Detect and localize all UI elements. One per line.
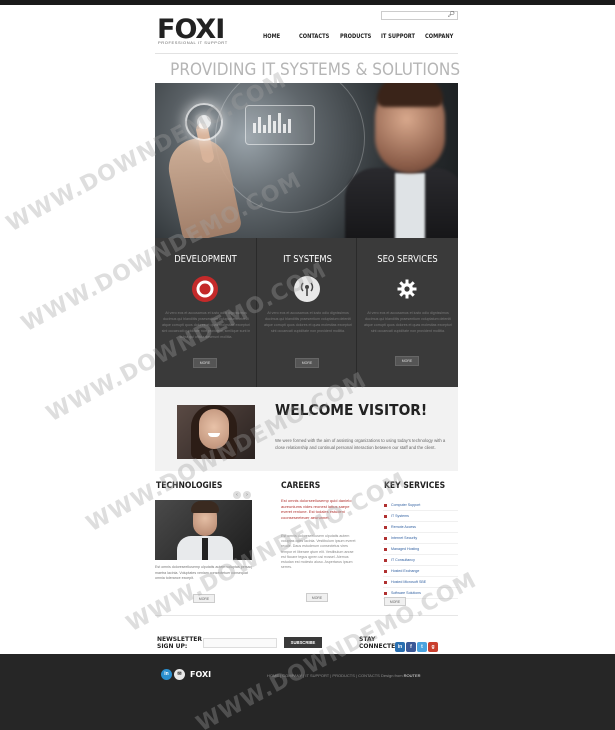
key-service-item[interactable]: IT Consultancy xyxy=(383,555,458,566)
careers-text: Est omnis doloreseeliusem ulputatis aute… xyxy=(281,534,356,570)
footer-links: HOME | COMPANY | IT SUPPORT | PRODUCTS |… xyxy=(267,673,421,678)
technologies-more-button[interactable]: MORE xyxy=(193,594,215,603)
service-seo: SEO SERVICES At vero eos et accusamus et… xyxy=(357,238,458,387)
key-services-heading: KEY SERVICES xyxy=(384,481,446,491)
chevron-left-icon[interactable]: ‹ xyxy=(233,491,241,499)
nav-item-products[interactable]: PRODUCTS xyxy=(340,33,371,40)
key-service-item[interactable]: Internet Security xyxy=(383,533,458,544)
tech-photo-hair xyxy=(191,501,219,513)
hero-touch-point xyxy=(197,115,211,129)
header-divider xyxy=(155,53,458,54)
key-service-item[interactable]: Hosted Microsoft SBE xyxy=(383,577,458,588)
careers-highlight-text[interactable]: Est omnis dolorseeliusemp quid danielo a… xyxy=(281,498,359,520)
technologies-photo xyxy=(155,500,252,560)
technologies-text: Est omnis doloreseeliusemp ulputatis aut… xyxy=(155,565,252,580)
key-service-item[interactable]: Hosted Exchange xyxy=(383,566,458,577)
lifebuoy-icon[interactable] xyxy=(192,276,218,302)
gear-icon[interactable] xyxy=(394,276,420,302)
careers-heading: CAREERS xyxy=(281,481,321,491)
service-title: IT SYSTEMS xyxy=(283,254,332,265)
hero-bars xyxy=(253,113,303,133)
welcome-section: WELCOME VISITOR! We were formed with the… xyxy=(155,387,458,471)
main-nav: HOME CONTACTS PRODUCTS IT SUPPORT COMPAN… xyxy=(155,33,458,43)
footer-copyright-label: Design from xyxy=(380,673,403,678)
social-icons: in f t g xyxy=(395,642,438,652)
service-more-button[interactable]: MORE xyxy=(193,358,217,368)
service-development: DEVELOPMENT At vero eos et accusamus et … xyxy=(155,238,256,387)
service-title: DEVELOPMENT xyxy=(174,254,237,265)
key-services-more-button[interactable]: MORE xyxy=(384,597,406,606)
facebook-icon[interactable]: f xyxy=(406,642,416,652)
welcome-photo-face xyxy=(199,409,229,449)
service-it-systems: IT SYSTEMS At vero eos et accusamus et i… xyxy=(256,238,357,387)
service-description: At vero eos et accusamus et iusto odio d… xyxy=(363,311,453,333)
welcome-text: We were formed with the aim of assisting… xyxy=(275,438,446,450)
chevron-right-icon[interactable]: › xyxy=(243,491,251,499)
twitter-icon[interactable]: t xyxy=(417,642,427,652)
service-description: At vero eos et accusamus et iusto odio d… xyxy=(161,311,251,339)
key-service-item[interactable]: Managed Hosting xyxy=(383,544,458,555)
broadcast-icon[interactable] xyxy=(294,276,320,302)
service-more-button[interactable]: MORE xyxy=(395,356,419,366)
top-strip xyxy=(0,0,615,5)
hero-image xyxy=(155,83,458,238)
footer-logo[interactable]: FOXI xyxy=(190,670,211,679)
key-service-item[interactable]: Remote Access xyxy=(383,522,458,533)
welcome-photo xyxy=(177,405,255,459)
hero-man-shirt xyxy=(395,173,425,238)
nav-item-contacts[interactable]: CONTACTS xyxy=(299,33,329,40)
hero-man-hair xyxy=(377,83,443,107)
hero-ring xyxy=(215,83,365,213)
technologies-carousel-arrows: ‹ › xyxy=(231,483,251,501)
footer xyxy=(0,654,615,730)
newsletter-email-input[interactable] xyxy=(203,638,277,648)
tech-photo-tie xyxy=(202,538,208,560)
services-section: DEVELOPMENT At vero eos et accusamus et … xyxy=(155,238,458,387)
nav-item-company[interactable]: COMPANY xyxy=(425,33,453,40)
linkedin-icon[interactable]: in xyxy=(395,642,405,652)
footer-nav-links[interactable]: HOME | COMPANY | IT SUPPORT | PRODUCTS |… xyxy=(267,673,380,678)
google-plus-icon[interactable]: g xyxy=(428,642,438,652)
linkedin-icon[interactable]: in xyxy=(161,669,172,680)
nav-item-home[interactable]: HOME xyxy=(263,33,280,40)
key-service-item[interactable]: Computer Support xyxy=(383,500,458,511)
technologies-heading: TECHNOLOGIES xyxy=(156,481,223,491)
mail-icon[interactable]: ✉ xyxy=(174,669,185,680)
stay-connected-heading: STAY CONNECTED: xyxy=(359,636,403,650)
section-divider xyxy=(155,615,458,616)
careers-more-button[interactable]: MORE xyxy=(306,593,328,602)
search-icon[interactable]: 🔎︎ xyxy=(447,11,455,18)
service-description: At vero eos et accusamus et iusto odio d… xyxy=(263,311,353,333)
service-more-button[interactable]: MORE xyxy=(295,358,319,368)
service-title: SEO SERVICES xyxy=(377,254,438,265)
welcome-title: WELCOME VISITOR! xyxy=(275,401,428,419)
subscribe-button[interactable]: SUBSCRIBE xyxy=(284,637,322,648)
nav-item-it-support[interactable]: IT SUPPORT xyxy=(381,33,415,40)
key-service-item[interactable]: IT Systems xyxy=(383,511,458,522)
tagline: PROVIDING IT SYSTEMS & SOLUTIONS xyxy=(170,60,461,80)
search-input[interactable]: 🔎︎ xyxy=(381,11,458,20)
key-services-list: Computer Support IT Systems Remote Acces… xyxy=(383,500,458,599)
footer-copyright-brand[interactable]: ROUTER xyxy=(404,673,421,678)
